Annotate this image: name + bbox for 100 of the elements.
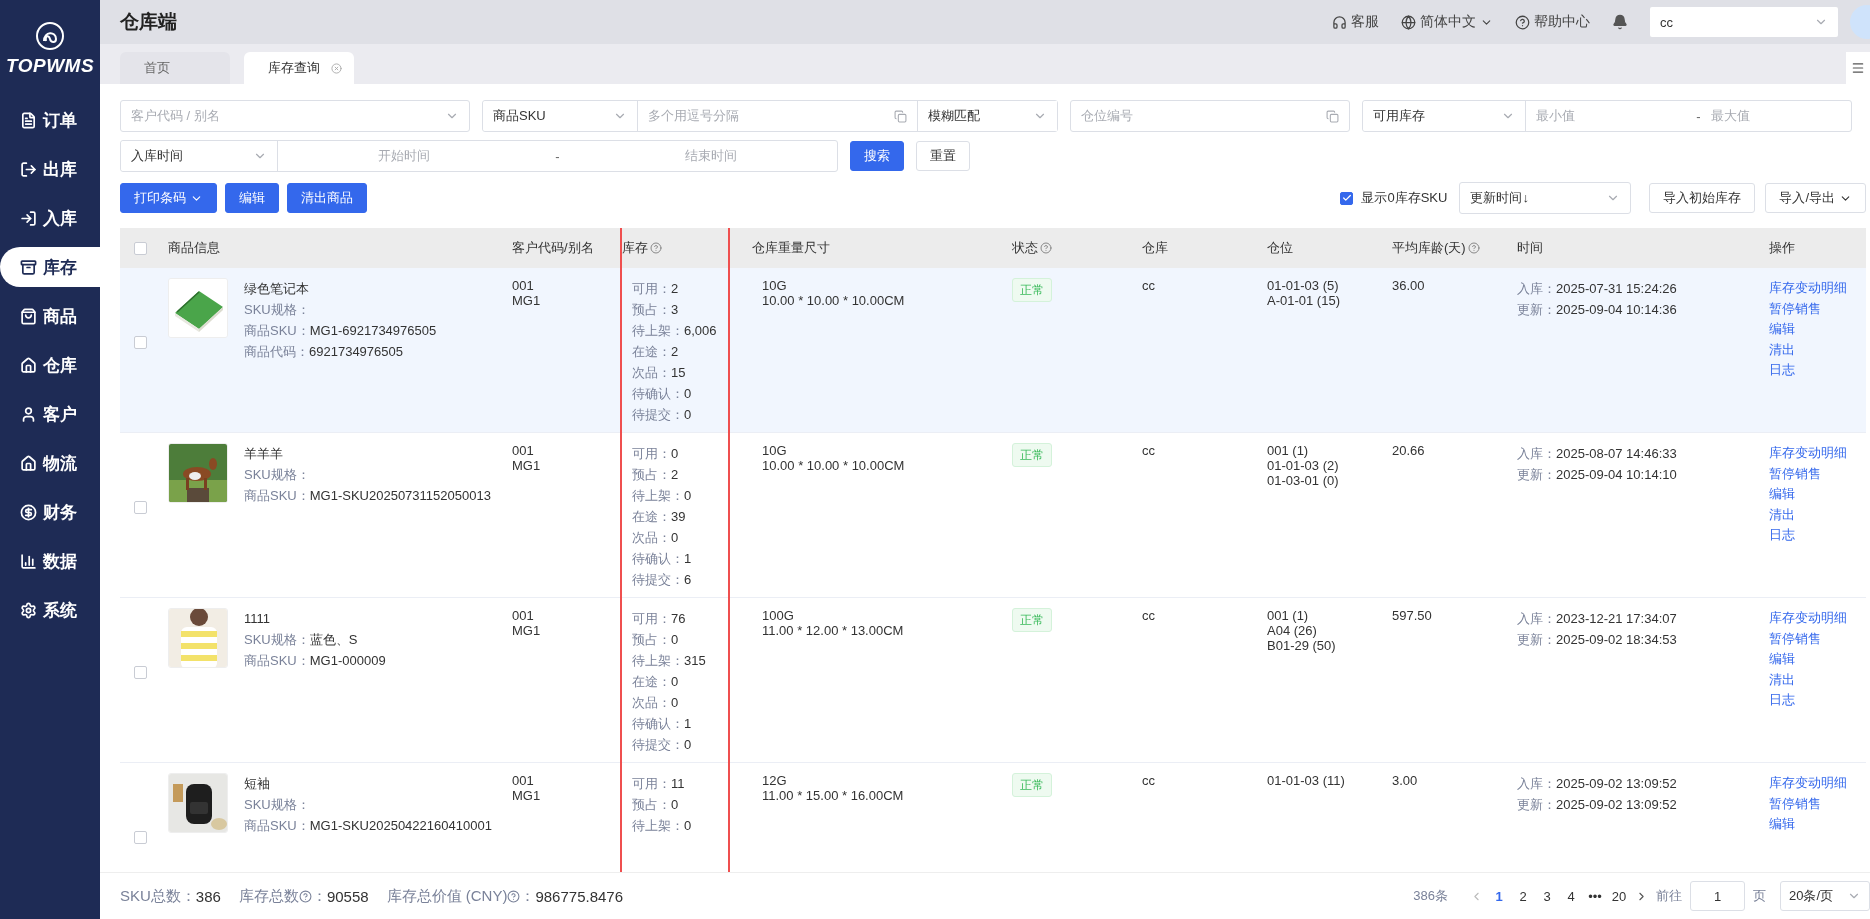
summary-stat: 库存总价值 (CNY) ：986775.8476	[386, 886, 623, 906]
clear-items-button[interactable]: 清出商品	[287, 183, 367, 213]
match-select[interactable]: 模糊匹配	[917, 101, 1057, 131]
stock-line: 待上架：0	[632, 817, 693, 835]
row-checkbox[interactable]	[133, 831, 147, 844]
select-all-checkbox[interactable]	[133, 241, 147, 255]
action-link[interactable]: 暂停销售	[1769, 298, 1866, 319]
bar-chart-icon	[20, 552, 37, 570]
page-number[interactable]: 2	[1515, 888, 1531, 904]
import-initial-stock-button[interactable]: 导入初始库存	[1649, 183, 1756, 213]
nav-item[interactable]: 数据	[0, 541, 100, 581]
page-number[interactable]: 4	[1563, 888, 1579, 904]
help-icon	[507, 889, 521, 903]
page-tab[interactable]: 首页	[120, 52, 230, 84]
row-checkbox[interactable]	[133, 501, 147, 514]
page-number[interactable]: 3	[1539, 888, 1555, 904]
exit-icon	[20, 160, 37, 178]
action-link[interactable]: 暂停销售	[1769, 793, 1866, 814]
stock-line: 待提交：0	[632, 736, 693, 754]
nav-item[interactable]: 财务	[0, 492, 100, 532]
action-link[interactable]: 库存变动明细	[1769, 443, 1866, 464]
stock-line: 在途：39	[632, 508, 687, 526]
stock-line: 待提交：0	[632, 406, 693, 424]
page-number[interactable]: 1	[1491, 888, 1507, 904]
nav-item[interactable]: 系统	[0, 590, 100, 630]
nav-item[interactable]: 物流	[0, 443, 100, 483]
action-link[interactable]: 编辑	[1769, 649, 1866, 670]
action-link[interactable]: 日志	[1769, 525, 1866, 546]
action-link[interactable]: 清出	[1769, 339, 1866, 360]
action-link[interactable]: 编辑	[1769, 319, 1866, 340]
action-link[interactable]: 暂停销售	[1769, 463, 1866, 484]
close-icon[interactable]	[331, 62, 342, 74]
action-link[interactable]: 日志	[1769, 690, 1866, 711]
total-count: 386条	[1413, 887, 1448, 905]
action-link[interactable]: 清出	[1769, 669, 1866, 690]
goto-label: 前往	[1656, 887, 1682, 905]
more-pages[interactable]: •••	[1587, 888, 1603, 904]
tab-menu-button[interactable]	[1846, 52, 1870, 84]
row-checkbox[interactable]	[133, 666, 147, 679]
product-detail: 商品SKU：MG1-SKU20250731152050013	[244, 487, 491, 505]
time-line: 入库：2023-12-21 17:34:07	[1517, 610, 1678, 628]
notification-button[interactable]	[1612, 14, 1628, 30]
help-link[interactable]: 帮助中心	[1515, 13, 1590, 31]
product-name: 短袖	[244, 775, 271, 793]
service-link[interactable]: 客服	[1332, 13, 1379, 31]
product-detail: 商品SKU：MG1-SKU20250422160410001	[244, 817, 492, 835]
bell-icon	[1612, 14, 1628, 30]
location-code: A-01-01 (15)	[1267, 293, 1341, 308]
import-export-button[interactable]: 导入/导出	[1765, 183, 1866, 213]
reset-button[interactable]: 重置	[916, 141, 970, 171]
date-range-input[interactable]: 开始时间 - 结束时间	[277, 141, 837, 171]
menu-icon	[1851, 61, 1865, 75]
warehouse-name: cc	[1142, 608, 1156, 623]
column-header: 客户代码/别名	[511, 239, 595, 257]
nav-item[interactable]: 订单	[0, 100, 100, 140]
warehouse-select[interactable]: cc	[1650, 7, 1838, 37]
action-link[interactable]: 编辑	[1769, 484, 1866, 505]
time-line: 更新：2025-09-04 10:14:10	[1517, 466, 1678, 484]
action-link[interactable]: 库存变动明细	[1769, 278, 1866, 299]
time-line: 入库：2025-07-31 15:24:26	[1517, 280, 1678, 298]
page-number[interactable]: 20	[1611, 888, 1627, 904]
print-barcode-button[interactable]: 打印条码	[120, 183, 217, 213]
nav-item[interactable]: 商品	[0, 296, 100, 336]
action-link[interactable]: 日志	[1769, 360, 1866, 381]
row-checkbox[interactable]	[133, 336, 147, 349]
action-link[interactable]: 库存变动明细	[1769, 773, 1866, 794]
action-link[interactable]: 暂停销售	[1769, 628, 1866, 649]
stock-line: 次品：0	[632, 529, 680, 547]
action-link[interactable]: 清出	[1769, 504, 1866, 525]
stock-line: 可用：76	[632, 610, 687, 628]
customer-code: MG1	[512, 788, 542, 803]
nav-item[interactable]: 出库	[0, 149, 100, 189]
customer-code: MG1	[512, 623, 542, 638]
page-tab[interactable]: 库存查询	[244, 52, 354, 84]
help-icon	[1467, 242, 1480, 254]
action-link[interactable]: 编辑	[1769, 814, 1866, 835]
show-zero-checkbox[interactable]	[1340, 191, 1354, 205]
archive-icon	[20, 258, 37, 276]
stock-line: 可用：11	[632, 775, 686, 793]
house-icon	[20, 454, 37, 472]
time-line: 更新：2025-09-04 10:14:36	[1517, 301, 1678, 319]
stock-line: 在途：0	[632, 673, 680, 691]
sort-select[interactable]: 更新时间↓	[1459, 182, 1632, 214]
search-button[interactable]: 搜索	[850, 141, 904, 171]
stock-line: 待上架：6,006	[632, 322, 718, 340]
customer-code: MG1	[512, 293, 542, 308]
nav-item[interactable]: 客户	[0, 394, 100, 434]
nav-item[interactable]: 仓库	[0, 345, 100, 385]
edit-button[interactable]: 编辑	[225, 183, 279, 213]
product-detail: 商品代码：6921734976505	[244, 343, 404, 361]
nav-item[interactable]: 入库	[0, 198, 100, 238]
stock-line: 待确认：1	[632, 715, 693, 733]
page-size-select[interactable]: 20条/页	[1780, 881, 1870, 911]
page-input[interactable]: 1	[1690, 881, 1745, 911]
language-selector[interactable]: 简体中文	[1401, 13, 1493, 31]
dimensions: 10.00 * 10.00 * 10.00CM	[762, 293, 906, 308]
action-link[interactable]: 库存变动明细	[1769, 608, 1866, 629]
nav-item[interactable]: 库存	[0, 247, 100, 287]
stock-range-input[interactable]: 最小值 - 最大值	[1525, 101, 1851, 131]
column-header: 状态	[1010, 239, 1140, 257]
